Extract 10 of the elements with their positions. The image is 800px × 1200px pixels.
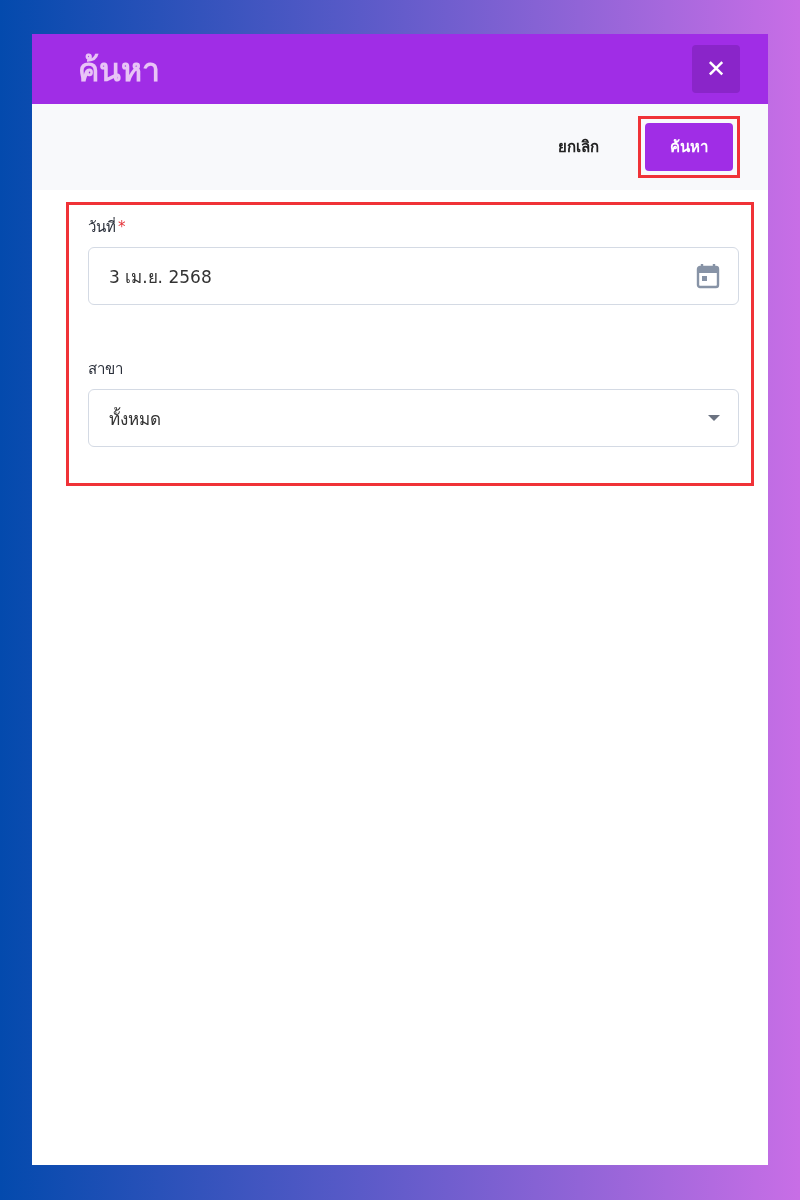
date-field[interactable]: 3 เม.ย. 2568 [88,247,739,305]
field-label: วันที่* [88,216,127,238]
close-button[interactable]: ✕ [692,45,740,93]
search-button[interactable]: ค้นหา [645,123,733,171]
select-field[interactable]: ทั้งหมด [88,389,739,447]
calendar-icon[interactable] [696,263,720,289]
dialog-title: ค้นหา [78,49,160,91]
caret-icon[interactable] [708,415,720,421]
field-label: สาขา [88,359,124,380]
cancel-button[interactable]: ยกเลิก [546,125,611,169]
